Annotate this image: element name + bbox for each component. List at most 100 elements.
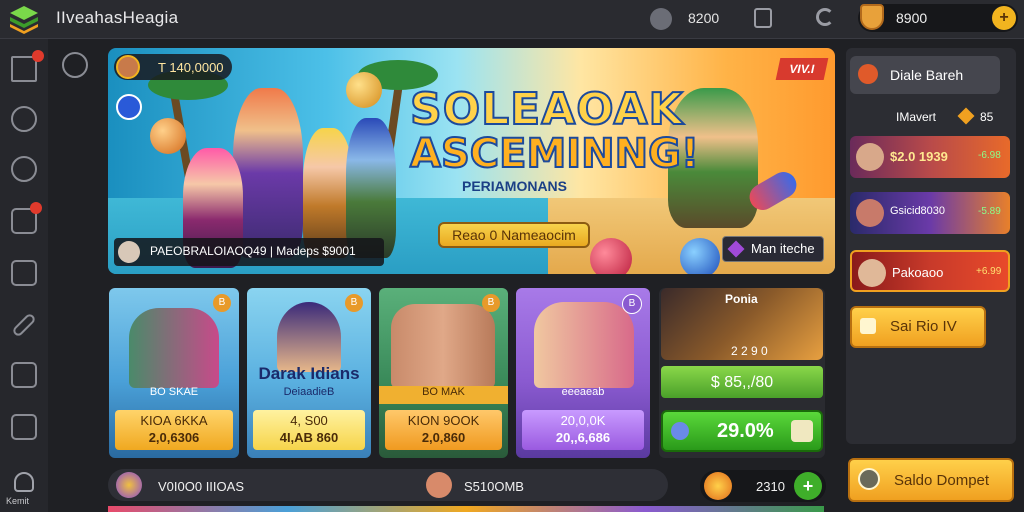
card-badge: B xyxy=(213,294,231,312)
banner-footer-text: PAEOBRALOIAOQ49 | Madeps $9001 xyxy=(150,244,356,258)
fire-coin-icon xyxy=(704,472,732,500)
right-list-item[interactable]: Gsicid8030 -5.89 xyxy=(850,192,1010,234)
orb xyxy=(150,118,186,154)
list-avatar xyxy=(856,143,884,171)
gem-icon xyxy=(671,422,689,440)
wallet-label: Saldo Dompet xyxy=(894,472,990,489)
list-item-extra: -6.98 xyxy=(978,150,1001,161)
right-list-item[interactable]: $2.0 1939 -6.98 xyxy=(850,136,1010,178)
card-badge: B xyxy=(622,294,642,314)
add-coins-button[interactable]: + xyxy=(992,6,1016,30)
document-icon[interactable] xyxy=(11,414,37,440)
window-icon[interactable] xyxy=(11,260,37,286)
list-avatar xyxy=(856,199,884,227)
card-badge: B xyxy=(345,294,363,312)
app-title: IIveahasHeagia xyxy=(56,8,179,27)
banner-subtitle: PERIAMONANS xyxy=(462,178,568,194)
list-item-value: Pakoaoo xyxy=(892,265,944,280)
hero-character-blue xyxy=(346,118,396,258)
alert-badge xyxy=(30,202,42,214)
card-price-line2: 2,0,860 xyxy=(421,430,466,445)
home-badge xyxy=(32,50,44,62)
next-row-strip xyxy=(108,506,824,512)
footer-avatar xyxy=(118,241,140,263)
top-stat-value: 8200 xyxy=(688,10,720,26)
banner-cta-button[interactable]: Reao 0 Nameaocim xyxy=(438,222,590,248)
pause-icon[interactable] xyxy=(754,8,772,28)
hero-character-elf xyxy=(233,88,303,258)
card-price-line1: KIOA 6KKA xyxy=(140,413,208,428)
list-item-extra: -5.89 xyxy=(978,206,1001,217)
bottom-right-value: 2310 xyxy=(756,479,785,494)
card-tag: eeeaeab xyxy=(561,386,605,398)
check-icon xyxy=(791,420,813,442)
section-label: IMavert xyxy=(896,110,937,124)
add-button[interactable]: + xyxy=(794,472,822,500)
card-art-characters xyxy=(391,304,495,388)
card-price-line1: KION 9OOK xyxy=(407,413,480,428)
sword-icon[interactable] xyxy=(650,8,672,30)
card-price[interactable]: 20,0,0K 20,,6,686 xyxy=(522,410,644,450)
card-price-line1: 4, S00 xyxy=(290,413,328,428)
card-price[interactable]: KION 9OOK 2,0,860 xyxy=(385,410,502,450)
bottom-left-text: V0I0O0 IIIOAS xyxy=(158,479,244,494)
card-art-witch xyxy=(277,302,341,372)
edit-icon xyxy=(860,318,876,334)
card-price-line2: 20,,6,686 xyxy=(555,430,611,445)
game-card[interactable]: B BO MAK KION 9OOK 2,0,860 xyxy=(379,288,508,458)
card-price[interactable]: KIOA 6KKA 2,0,6306 xyxy=(115,410,233,450)
card-art-characters xyxy=(129,308,219,388)
coin-amount: 8900 xyxy=(896,10,928,26)
orb xyxy=(590,238,632,274)
bottom-avatar xyxy=(116,472,142,498)
list-avatar xyxy=(858,259,886,287)
banner-title-line2: ASCEMINNG! xyxy=(409,131,700,177)
refresh-icon[interactable] xyxy=(816,8,834,26)
card-price[interactable]: 4, S00 4I,AB 860 xyxy=(253,410,365,450)
gold-action-label: Sai Rio IV xyxy=(890,318,957,335)
featured-small-value: 2 2 9 0 xyxy=(731,344,768,358)
card-title: Darak Idians xyxy=(258,364,360,383)
friends-icon[interactable] xyxy=(14,472,34,492)
bottom-mid-text: S510OMB xyxy=(464,479,524,494)
right-panel xyxy=(846,48,1016,444)
banner-title: SOLEAOAK xyxy=(409,84,684,135)
game-card[interactable]: B Darak Idians DeiaadieB 4, S00 4I,AB 86… xyxy=(247,288,371,458)
card-badge: B xyxy=(482,294,500,312)
settings-icon[interactable] xyxy=(11,106,37,132)
orb xyxy=(346,72,382,108)
list-item-extra: +6.99 xyxy=(976,266,1002,277)
card-tag: DeiaadieB xyxy=(283,386,335,398)
banner-version-tag: VIV.I xyxy=(775,58,829,80)
wallet-icon xyxy=(858,468,880,490)
app-logo-icon xyxy=(10,6,38,34)
card-price-line2: 4I,AB 860 xyxy=(279,430,339,445)
orb xyxy=(680,238,720,274)
player-avatar xyxy=(116,55,140,79)
right-top-label: Diale Bareh xyxy=(890,67,964,83)
accessibility-icon[interactable] xyxy=(116,94,142,120)
sidebar-bottom-label: Kemit xyxy=(6,496,30,506)
shield-coin-icon xyxy=(860,4,884,30)
featured-card[interactable]: Ponia 2 2 9 0 $ 85,,/80 29.0% xyxy=(659,288,825,458)
card-price-line1: 20,0,0K xyxy=(560,413,606,428)
featured-title: Ponia xyxy=(725,292,758,306)
inbox-icon[interactable] xyxy=(11,362,37,388)
card-tag: BO MAK xyxy=(379,386,508,404)
game-card[interactable]: B eeeaeab 20,0,0K 20,,6,686 xyxy=(516,288,650,458)
card-price-line2: 2,0,6306 xyxy=(148,430,200,445)
banner-player-value: T 140,0000 xyxy=(158,60,224,75)
right-list-item[interactable]: Pakoaoo +6.99 xyxy=(850,250,1010,292)
list-item-value: Gsicid8030 xyxy=(890,205,946,217)
section-value: 85 xyxy=(980,110,994,124)
minus-icon xyxy=(858,64,878,84)
target-icon[interactable] xyxy=(62,52,88,78)
list-item-value: $2.0 1939 xyxy=(890,149,948,164)
featured-buy-label: 29.0% xyxy=(717,420,774,442)
card-tag: BO SKAE xyxy=(149,386,199,398)
game-card[interactable]: B BO SKAE KIOA 6KKA 2,0,6306 xyxy=(109,288,239,458)
card-art-characters xyxy=(534,302,634,388)
featured-value-text: $ 85,,/80 xyxy=(710,374,774,391)
bottom-mid-avatar xyxy=(426,472,452,498)
globe-icon[interactable] xyxy=(11,156,37,182)
